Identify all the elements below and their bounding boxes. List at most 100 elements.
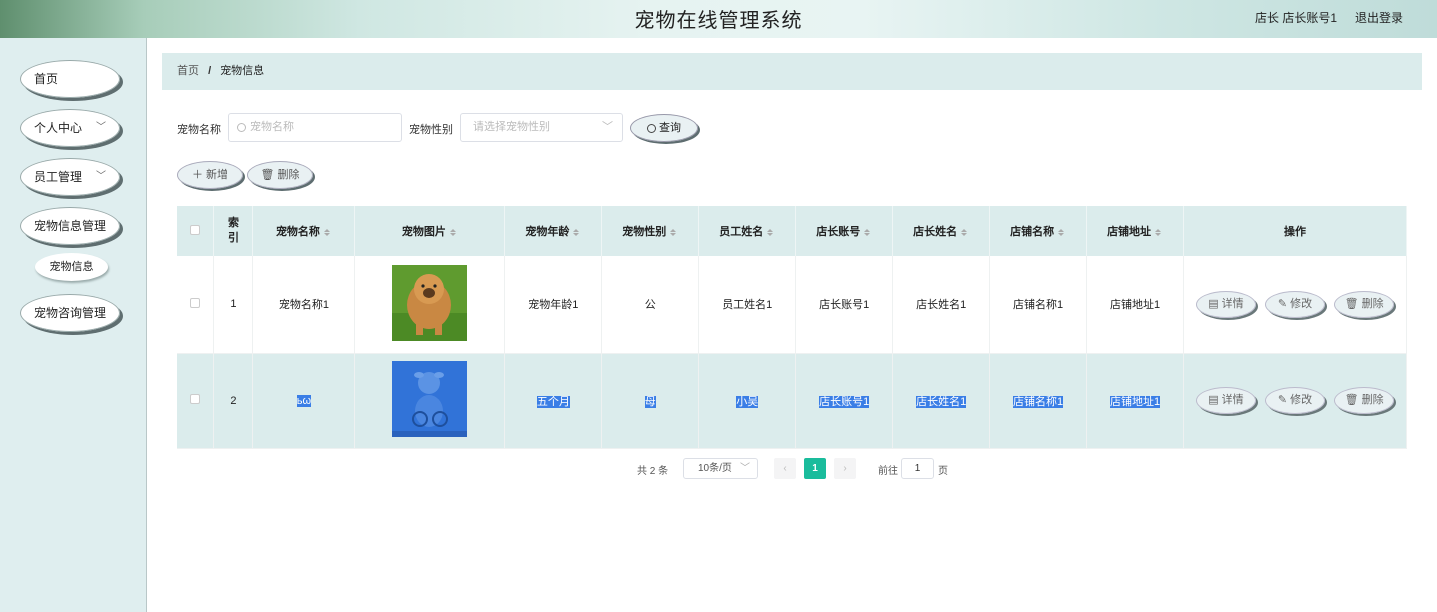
- detail-label: 详情: [1221, 297, 1244, 310]
- sidebar-item-home[interactable]: 首页: [20, 60, 120, 98]
- cell-pet-age: 五个月: [504, 353, 603, 449]
- sidebar-item-staff-management[interactable]: 员工管理 ﹀: [20, 158, 120, 196]
- row-select-cell[interactable]: [177, 256, 215, 354]
- chevron-down-icon: ﹀: [96, 171, 106, 182]
- row-checkbox[interactable]: [190, 297, 201, 308]
- goto-label: 前往: [878, 466, 898, 477]
- next-page-button[interactable]: ›: [834, 458, 856, 479]
- sort-icon[interactable]: [1155, 228, 1163, 237]
- col-label: 店长账号: [816, 226, 861, 238]
- breadcrumb-current: 宠物信息: [220, 65, 265, 77]
- pet-gender-label: 宠物性别: [409, 124, 453, 136]
- row-select-cell[interactable]: [177, 353, 215, 449]
- page-unit-label: 页: [938, 466, 948, 477]
- breadcrumb: 首页 / 宠物信息: [162, 53, 1422, 90]
- cell-index: 1: [213, 256, 254, 354]
- sidebar-subitem-label: 宠物信息: [49, 261, 94, 273]
- app-title: 宠物在线管理系统: [634, 8, 803, 32]
- sidebar-item-label: 个人中心: [34, 121, 83, 135]
- pagination-total: 共 2 条: [637, 466, 669, 477]
- sidebar: 首页 个人中心 ﹀ 员工管理 ﹀ 宠物信息管理 宠物信息 宠物咨询管理: [0, 38, 147, 612]
- goto-page-input[interactable]: 1: [901, 458, 934, 479]
- col-actions: 操作: [1183, 206, 1407, 256]
- manager-name-text: 店长姓名1: [916, 395, 967, 408]
- add-button[interactable]: ＋ 新增: [177, 161, 243, 189]
- sidebar-item-pet-consult-management[interactable]: 宠物咨询管理: [20, 294, 120, 332]
- cell-actions: ▤ 详情 ✎ 修改 🗑 删除: [1183, 256, 1407, 354]
- cell-pet-image: [354, 256, 506, 354]
- row-checkbox[interactable]: [190, 394, 201, 404]
- current-user: 店长 店长账号1: [1254, 11, 1337, 25]
- cell-pet-image: [354, 353, 506, 449]
- search-icon: [237, 122, 246, 132]
- pet-name-input[interactable]: 宠物名称: [228, 113, 402, 142]
- col-pet-age[interactable]: 宠物年龄: [504, 206, 603, 256]
- search-button-label: 查询: [659, 122, 681, 134]
- delete-label: 删除: [1361, 297, 1384, 310]
- detail-button[interactable]: ▤ 详情: [1195, 387, 1256, 414]
- col-label: 宠物名称: [275, 226, 320, 238]
- prev-page-button[interactable]: ‹: [774, 458, 796, 479]
- col-label: 员工姓名: [719, 226, 764, 238]
- document-icon: ▤: [1208, 394, 1222, 406]
- col-pet-gender[interactable]: 宠物性别: [601, 206, 700, 256]
- delete-button[interactable]: 🗑 删除: [1334, 387, 1395, 414]
- cell-manager-name: 店长姓名1: [892, 256, 991, 354]
- sidebar-item-label: 宠物咨询管理: [34, 306, 107, 320]
- chevron-down-icon: ﹀: [602, 121, 613, 133]
- table-row: 2 ьω 五个月 母 小吴 店长账号1 店长姓名1 店铺名称1 店铺地址1 ▤ …: [177, 353, 1407, 449]
- col-shop-name[interactable]: 店铺名称: [989, 206, 1088, 256]
- pet-photo-chow-chow: [392, 264, 468, 341]
- sort-icon[interactable]: [864, 228, 872, 237]
- col-pet-image[interactable]: 宠物图片: [354, 206, 506, 256]
- col-staff-name[interactable]: 员工姓名: [698, 206, 797, 256]
- manager-account-text: 店长账号1: [819, 395, 870, 408]
- sort-icon[interactable]: [670, 228, 678, 237]
- col-label: 店长姓名: [913, 226, 958, 238]
- sidebar-item-personal-center[interactable]: 个人中心 ﹀: [20, 109, 120, 147]
- col-pet-name[interactable]: 宠物名称: [252, 206, 356, 256]
- sort-icon[interactable]: [449, 228, 458, 237]
- staff-name-text: 小吴: [736, 395, 759, 408]
- sort-icon[interactable]: [573, 228, 581, 237]
- sidebar-item-label: 宠物信息管理: [34, 219, 107, 233]
- edit-button[interactable]: ✎ 修改: [1265, 290, 1326, 318]
- pet-age-text: 五个月: [536, 395, 570, 408]
- select-all-checkbox[interactable]: [190, 224, 201, 235]
- cell-pet-gender: 公: [601, 256, 700, 354]
- col-label: 宠物图片: [401, 226, 446, 238]
- pet-gender-select[interactable]: 请选择宠物性别 ﹀: [460, 113, 623, 142]
- select-all-cell[interactable]: [177, 206, 215, 256]
- pet-gender-placeholder: 请选择宠物性别: [473, 121, 550, 133]
- sidebar-item-pet-info-management[interactable]: 宠物信息管理: [20, 207, 120, 245]
- cell-shop-name: 店铺名称1: [989, 353, 1088, 449]
- detail-button[interactable]: ▤ 详情: [1195, 290, 1256, 318]
- sort-icon[interactable]: [767, 228, 775, 237]
- search-button[interactable]: 查询: [630, 114, 698, 142]
- pet-name-label: 宠物名称: [177, 124, 221, 136]
- col-manager-account[interactable]: 店长账号: [795, 206, 894, 256]
- chevron-down-icon: ﹀: [96, 122, 106, 133]
- sidebar-subitem-pet-info[interactable]: 宠物信息: [35, 253, 108, 281]
- col-shop-address[interactable]: 店铺地址: [1086, 206, 1185, 256]
- breadcrumb-separator: /: [208, 65, 212, 77]
- col-manager-name[interactable]: 店长姓名: [892, 206, 991, 256]
- col-label: 操作: [1284, 226, 1307, 238]
- sort-icon[interactable]: [1058, 228, 1066, 237]
- breadcrumb-home[interactable]: 首页: [177, 65, 199, 77]
- col-label: 店铺名称: [1010, 226, 1055, 238]
- sort-icon[interactable]: [961, 228, 969, 237]
- delete-button[interactable]: 🗑 删除: [1334, 290, 1395, 318]
- chevron-right-icon: ›: [843, 463, 847, 474]
- page-size-select[interactable]: 10条/页 ﹀: [683, 458, 758, 479]
- edit-label: 修改: [1290, 297, 1313, 310]
- batch-delete-button[interactable]: 🗑 删除: [247, 161, 313, 189]
- edit-button[interactable]: ✎ 修改: [1265, 387, 1326, 414]
- chevron-down-icon: ﹀: [740, 463, 750, 474]
- logout-link[interactable]: 退出登录: [1355, 9, 1403, 26]
- sort-icon[interactable]: [323, 228, 332, 237]
- page-number-current[interactable]: 1: [804, 458, 826, 479]
- detail-label: 详情: [1221, 394, 1244, 406]
- col-label: 宠物性别: [622, 226, 667, 238]
- cell-pet-name: 宠物名称1: [252, 256, 356, 354]
